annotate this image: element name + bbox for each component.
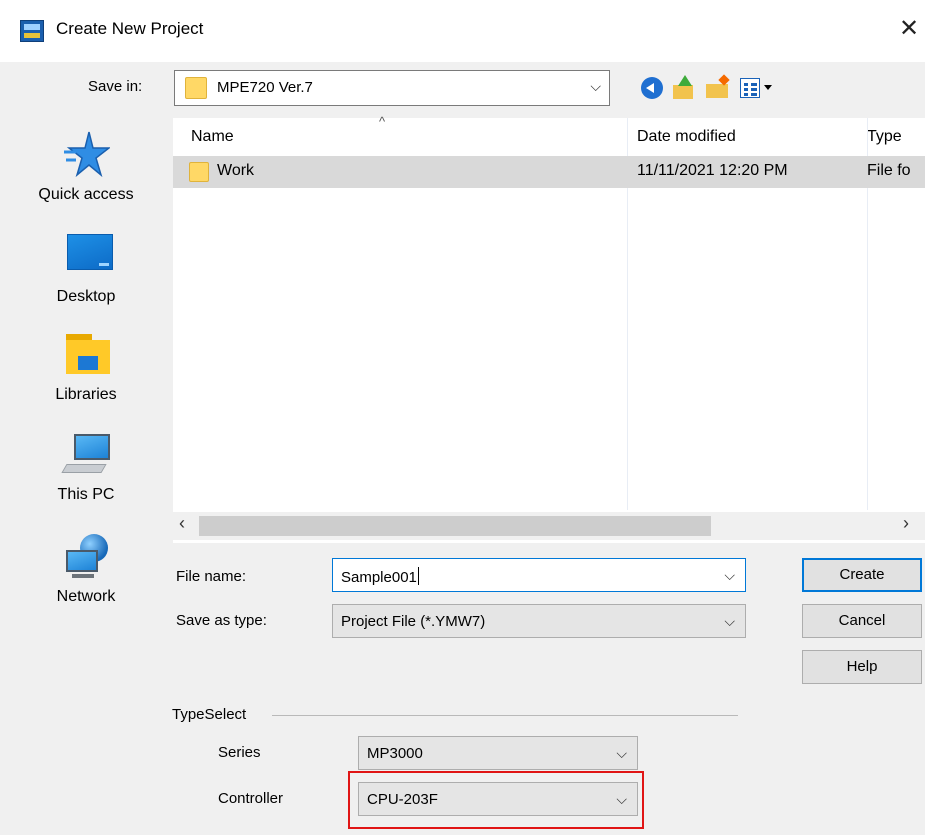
place-label: Network: [56, 588, 116, 605]
desktop-icon: [67, 234, 113, 270]
scroll-left-icon[interactable]: ‹: [179, 513, 185, 534]
save-type-select[interactable]: Project File (*.YMW7) ⌵: [332, 604, 746, 638]
controller-highlight-box: [348, 771, 644, 829]
series-value: MP3000: [367, 745, 423, 762]
network-icon: [62, 534, 114, 580]
save-in-label: Save in:: [88, 78, 143, 95]
new-folder-icon[interactable]: [704, 74, 732, 102]
table-row[interactable]: [173, 156, 925, 188]
file-name-label: File name:: [176, 568, 247, 585]
folder-icon: [189, 162, 209, 182]
chevron-down-icon: ⌵: [590, 78, 601, 94]
close-icon[interactable]: ✕: [896, 14, 922, 44]
file-name-value: Sample001: [341, 569, 417, 586]
sort-ascending-icon: ^: [379, 114, 386, 129]
column-header-date[interactable]: Date modified: [637, 118, 736, 154]
chevron-down-icon: ⌵: [616, 745, 627, 761]
row-date: 11/11/2021 12:20 PM: [637, 162, 788, 179]
cancel-button[interactable]: Cancel: [802, 604, 922, 638]
places-bar: Quick access Desktop Libraries This PC N…: [0, 118, 172, 835]
up-folder-icon[interactable]: [670, 74, 698, 102]
column-header-type[interactable]: Type: [867, 118, 902, 154]
scrollbar-thumb[interactable]: [199, 516, 711, 536]
row-name: Work: [217, 162, 255, 179]
group-divider: [272, 715, 738, 716]
series-select[interactable]: MP3000 ⌵: [358, 736, 638, 770]
chevron-down-icon: ⌵: [724, 613, 735, 629]
libraries-icon: [66, 334, 110, 374]
view-menu-icon[interactable]: [738, 74, 788, 102]
chevron-down-icon[interactable]: ⌵: [724, 567, 735, 584]
place-label: Libraries: [55, 386, 117, 403]
back-icon[interactable]: [638, 74, 666, 102]
star-icon: [64, 131, 110, 178]
controller-label: Controller: [218, 790, 284, 807]
place-label: Desktop: [56, 288, 116, 305]
save-type-label: Save as type:: [176, 612, 267, 629]
file-list[interactable]: ^ Name Date modified Type Work 11/11/202…: [173, 114, 925, 543]
save-type-value: Project File (*.YMW7): [341, 613, 486, 630]
folder-icon: [185, 77, 207, 99]
title-bar: Create New Project ✕: [0, 0, 925, 62]
horizontal-scrollbar[interactable]: ‹ ›: [173, 512, 925, 540]
scroll-right-icon[interactable]: ›: [903, 513, 909, 534]
place-label: Quick access: [38, 186, 134, 203]
column-header-name[interactable]: Name: [191, 118, 234, 154]
file-name-input[interactable]: Sample001 ⌵: [332, 558, 746, 592]
window-title: Create New Project: [56, 19, 204, 38]
help-button[interactable]: Help: [802, 650, 922, 684]
computer-icon: [61, 434, 114, 476]
app-icon: [20, 20, 44, 42]
typeselect-group-title: TypeSelect: [172, 706, 247, 723]
row-type: File fo: [867, 162, 911, 179]
create-button[interactable]: Create: [802, 558, 922, 592]
save-in-combo[interactable]: MPE720 Ver.7 ⌵: [174, 70, 610, 106]
save-in-value: MPE720 Ver.7: [217, 79, 313, 96]
series-label: Series: [218, 744, 261, 761]
place-label: This PC: [57, 486, 115, 503]
